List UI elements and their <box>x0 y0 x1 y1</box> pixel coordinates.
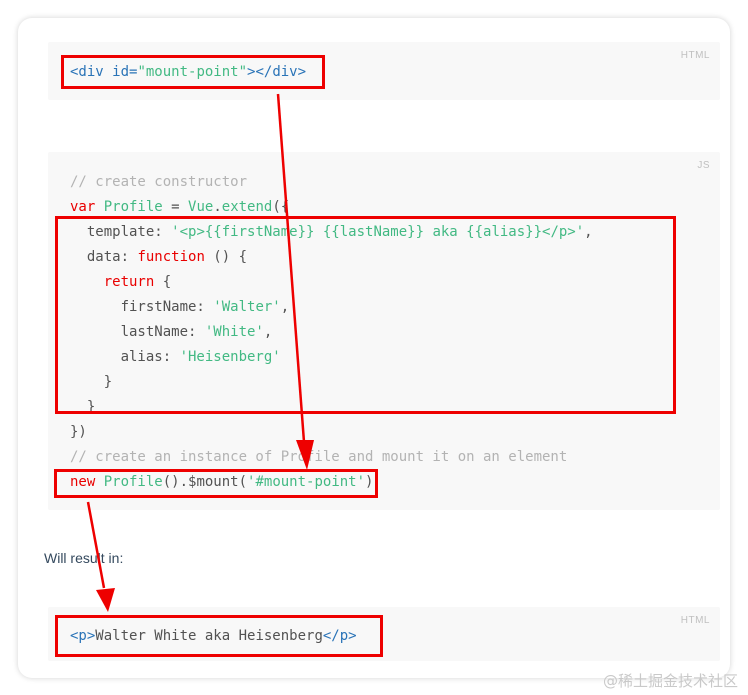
code-token: // create an instance of Profile and mou… <box>70 449 568 465</box>
language-label: HTML <box>680 50 710 61</box>
code-token: . <box>213 199 222 215</box>
code-token: // create constructor <box>70 174 248 190</box>
code-token: }) <box>70 424 87 440</box>
code-token: extend <box>221 199 273 215</box>
highlight-box-new-profile <box>54 469 378 498</box>
code-token: var <box>70 199 104 215</box>
code-line: // create an instance of Profile and mou… <box>70 445 567 470</box>
code-line: }) <box>70 420 87 445</box>
result-caption: Will result in: <box>44 550 124 566</box>
code-token: Profile <box>103 199 163 215</box>
code-token: ({ <box>272 199 290 215</box>
code-token: = <box>162 199 189 215</box>
language-label: HTML <box>680 615 710 626</box>
watermark: @稀土掘金技术社区 <box>602 672 738 690</box>
language-label: JS <box>697 160 710 171</box>
highlight-box-template-data <box>55 216 676 414</box>
highlight-box-result-p <box>55 615 383 657</box>
code-token: Vue <box>188 199 214 215</box>
code-line: // create constructor <box>70 170 247 195</box>
highlight-box-mount-div <box>61 55 325 89</box>
